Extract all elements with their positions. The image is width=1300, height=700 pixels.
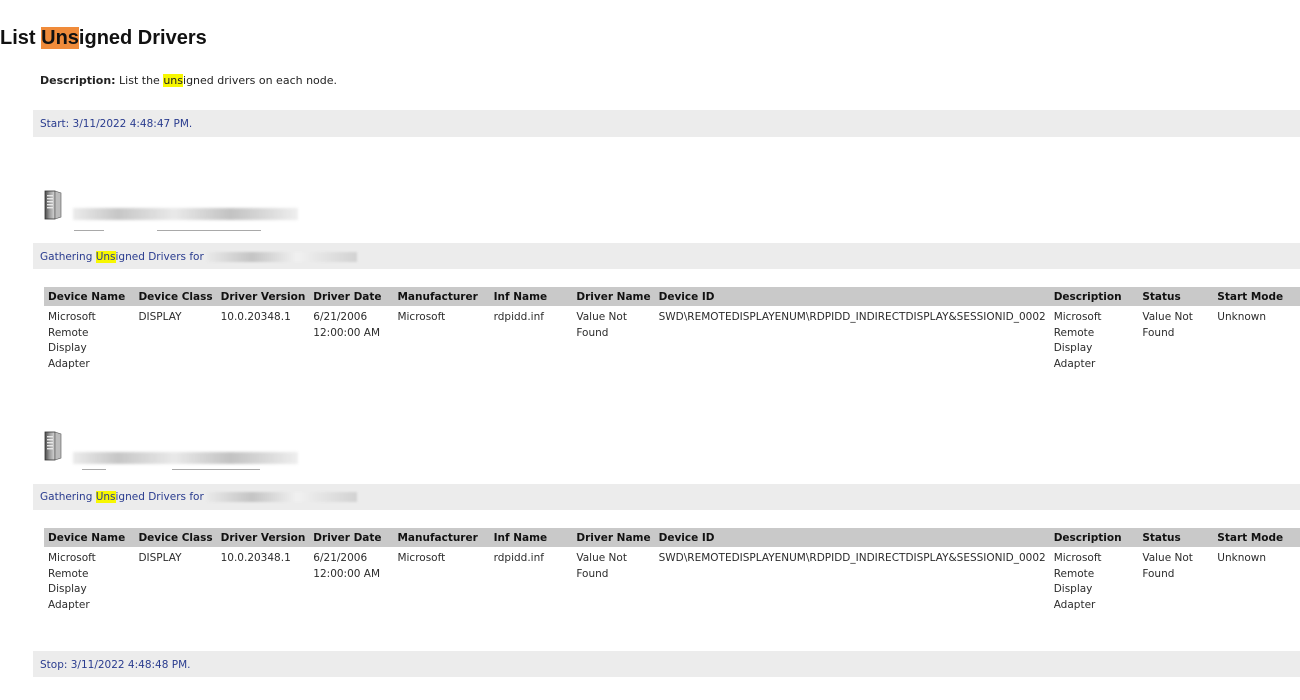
column-header-status: Status <box>1138 528 1214 547</box>
stop-time-band: Stop: 3/11/2022 4:48:48 PM. <box>33 651 1300 677</box>
page-title: List Unsigned Drivers <box>0 27 207 50</box>
cell-driver-name: Value Not Found <box>576 552 627 580</box>
table-header-row: Device Name Device Class Driver Version … <box>44 528 1300 547</box>
cell-device-class: DISPLAY <box>138 552 182 564</box>
redaction-underline <box>172 469 260 470</box>
gathering-suffix: igned Drivers for <box>115 491 204 503</box>
column-header-manufacturer: Manufacturer <box>393 528 490 547</box>
column-header-device-class: Device Class <box>134 287 217 306</box>
cell-driver-date: 6/21/2006 12:00:00 AM <box>313 552 381 580</box>
column-header-device-name: Device Name <box>44 528 135 547</box>
column-header-driver-name: Driver Name <box>572 287 655 306</box>
column-header-start-mode: Start Mode <box>1213 287 1300 306</box>
column-header-device-id: Device ID <box>654 528 1050 547</box>
cell-start-mode: Unknown <box>1217 552 1267 564</box>
cell-description: Microsoft Remote Display Adapter <box>1053 311 1102 370</box>
cell-manufacturer: Microsoft <box>397 311 446 323</box>
column-header-driver-date: Driver Date <box>309 287 394 306</box>
cell-manufacturer: Microsoft <box>397 552 446 564</box>
drivers-table: Device Name Device Class Driver Version … <box>44 287 1300 372</box>
server-icon <box>43 189 63 221</box>
page-title-highlight: Uns <box>41 27 79 49</box>
start-time-band: Start: 3/11/2022 4:48:47 PM. <box>33 110 1300 137</box>
gathering-suffix: igned Drivers for <box>115 251 204 263</box>
description-text-suffix: igned drivers on each node. <box>183 74 338 87</box>
table-row: Microsoft Remote Display Adapter DISPLAY… <box>44 306 1300 372</box>
cell-driver-version: 10.0.20348.1 <box>220 311 291 323</box>
column-header-device-name: Device Name <box>44 287 135 306</box>
cell-description: Microsoft Remote Display Adapter <box>1053 552 1102 611</box>
cell-device-id: SWD\REMOTEDISPLAYENUM\RDPIDD_INDIRECTDIS… <box>658 552 1046 564</box>
gathering-highlight: Uns <box>95 491 116 503</box>
gathering-band: Gathering Unsigned Drivers for <box>33 484 1300 510</box>
column-header-driver-version: Driver Version <box>216 287 310 306</box>
server-icon <box>43 430 63 462</box>
drivers-table: Device Name Device Class Driver Version … <box>44 528 1300 613</box>
cell-driver-name: Value Not Found <box>576 311 627 339</box>
gathering-prefix: Gathering <box>40 491 96 503</box>
gathering-band: Gathering Unsigned Drivers for <box>33 243 1300 269</box>
description-text-highlight: uns <box>163 74 184 87</box>
column-header-device-class: Device Class <box>134 528 217 547</box>
report-page: List Unsigned Drivers Description: List … <box>0 0 1300 700</box>
redacted-node-name <box>206 252 357 262</box>
cell-device-class: DISPLAY <box>138 311 182 323</box>
column-header-driver-name: Driver Name <box>572 528 655 547</box>
redaction-underline <box>74 230 104 231</box>
column-header-start-mode: Start Mode <box>1213 528 1300 547</box>
cell-status: Value Not Found <box>1142 311 1193 339</box>
description-label: Description: <box>40 74 116 87</box>
table-row: Microsoft Remote Display Adapter DISPLAY… <box>44 547 1300 613</box>
column-header-inf-name: Inf Name <box>489 528 573 547</box>
table-header-row: Device Name Device Class Driver Version … <box>44 287 1300 306</box>
cell-inf-name: rdpidd.inf <box>493 552 544 564</box>
redacted-node-name <box>73 452 298 464</box>
cell-start-mode: Unknown <box>1217 311 1267 323</box>
column-header-description: Description <box>1049 287 1139 306</box>
gathering-highlight: Uns <box>95 251 116 263</box>
cell-driver-version: 10.0.20348.1 <box>220 552 291 564</box>
redacted-node-name <box>206 492 357 502</box>
column-header-device-id: Device ID <box>654 287 1050 306</box>
column-header-description: Description <box>1049 528 1139 547</box>
column-header-driver-date: Driver Date <box>309 528 394 547</box>
column-header-status: Status <box>1138 287 1214 306</box>
redaction-underline <box>82 469 106 470</box>
description: Description: List the unsigned drivers o… <box>40 74 337 87</box>
description-text-prefix: List the <box>115 74 164 87</box>
cell-inf-name: rdpidd.inf <box>493 311 544 323</box>
cell-device-name: Microsoft Remote Display Adapter <box>48 311 96 370</box>
cell-device-id: SWD\REMOTEDISPLAYENUM\RDPIDD_INDIRECTDIS… <box>658 311 1046 323</box>
redacted-node-name <box>73 208 298 220</box>
page-title-suffix: igned Drivers <box>78 27 207 49</box>
column-header-manufacturer: Manufacturer <box>393 287 490 306</box>
cell-device-name: Microsoft Remote Display Adapter <box>48 552 96 611</box>
column-header-inf-name: Inf Name <box>489 287 573 306</box>
cell-driver-date: 6/21/2006 12:00:00 AM <box>313 311 381 339</box>
cell-status: Value Not Found <box>1142 552 1193 580</box>
column-header-driver-version: Driver Version <box>216 528 310 547</box>
gathering-prefix: Gathering <box>40 251 96 263</box>
redaction-underline <box>157 230 261 231</box>
page-title-prefix: List <box>0 27 42 49</box>
